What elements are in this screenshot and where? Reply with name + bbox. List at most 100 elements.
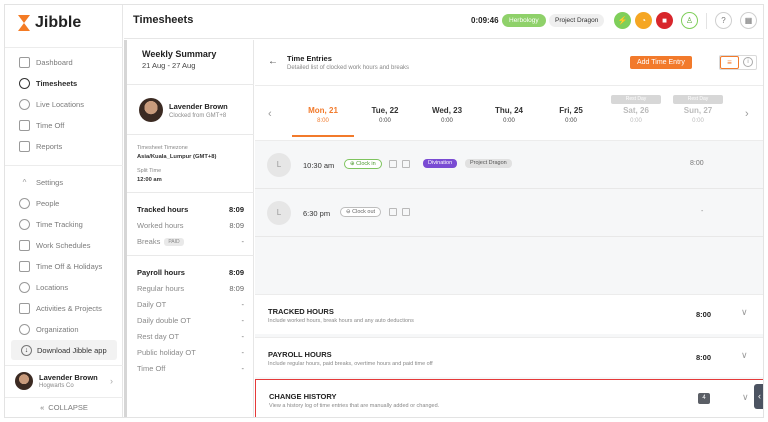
day-tab-sat[interactable]: Sat, 26 0:00 bbox=[605, 106, 667, 124]
help-icon[interactable]: ? bbox=[715, 12, 732, 29]
collapse-button[interactable]: « COLLAPSE bbox=[5, 397, 123, 417]
time-entries-subtitle: Detailed list of clocked work hours and … bbox=[287, 65, 410, 71]
row-value: 8:09 bbox=[229, 221, 244, 230]
sidebar-item-time-tracking[interactable]: Time Tracking bbox=[5, 214, 123, 235]
back-arrow-icon[interactable]: ← bbox=[268, 56, 278, 67]
day-tab-fri[interactable]: Fri, 25 0:00 bbox=[540, 106, 602, 124]
split-time-value: 12:00 am bbox=[137, 177, 162, 183]
day-tab-tue[interactable]: Tue, 22 0:00 bbox=[354, 106, 416, 124]
jibble-logo[interactable]: Jibble bbox=[17, 13, 81, 33]
section-title: PAYROLL HOURS bbox=[268, 350, 332, 359]
timezone-label: Timesheet Timezone bbox=[137, 145, 188, 151]
day-tab-wed[interactable]: Wed, 23 0:00 bbox=[416, 106, 478, 124]
tracked-hours-section[interactable]: TRACKED HOURS Include worked hours, brea… bbox=[255, 294, 763, 334]
rest-day-badge: Rest Day bbox=[673, 95, 723, 104]
chevron-right-icon[interactable]: › bbox=[745, 108, 749, 120]
breaks-row: Breaks PAID - bbox=[137, 237, 244, 246]
activity-pill[interactable]: Herbology bbox=[502, 14, 546, 27]
row-label: Public holiday OT bbox=[137, 348, 196, 357]
change-history-section[interactable]: CHANGE HISTORY View a history log of tim… bbox=[255, 379, 763, 417]
device-icon bbox=[389, 160, 397, 168]
panel-scrollbar[interactable] bbox=[124, 40, 127, 417]
profile-menu[interactable]: Lavender Brown Hogwarts Co › bbox=[5, 365, 123, 395]
section-subtitle: View a history log of time entries that … bbox=[269, 403, 440, 409]
day-name: Sat, 26 bbox=[623, 106, 649, 115]
day-tab-mon[interactable]: Mon, 21 8:00 bbox=[292, 106, 354, 124]
weekly-summary-title: Weekly Summary bbox=[142, 49, 217, 59]
user-add-icon[interactable]: ♙ bbox=[681, 12, 698, 29]
timer-icon[interactable]: ◔ bbox=[635, 12, 652, 29]
holiday-icon bbox=[19, 261, 30, 272]
hourglass-logo-icon bbox=[17, 15, 31, 31]
sidebar-item-time-off-holidays[interactable]: Time Off & Holidays bbox=[5, 256, 123, 277]
lightning-icon[interactable]: ⚡ bbox=[614, 12, 631, 29]
sidebar-item-activities-projects[interactable]: Activities & Projects bbox=[5, 298, 123, 319]
sidebar-item-label: Live Locations bbox=[36, 100, 84, 109]
timezone-value: Asia/Kuala_Lumpur (GMT+8) bbox=[137, 154, 217, 160]
divider bbox=[127, 134, 254, 135]
sidebar-item-reports[interactable]: Reports bbox=[5, 136, 123, 157]
time-entry-row[interactable]: L 6:30 pm ⊖ Clock out - bbox=[255, 189, 763, 237]
chevron-left-icon[interactable]: ‹ bbox=[268, 108, 272, 120]
map-icon bbox=[402, 208, 410, 216]
sidebar-item-label: People bbox=[36, 199, 60, 208]
day-name: Tue, 22 bbox=[371, 106, 399, 115]
side-panel-toggle-icon[interactable]: ‹ bbox=[754, 384, 763, 409]
active-day-indicator bbox=[292, 135, 354, 137]
dashboard-icon bbox=[19, 57, 30, 68]
divider bbox=[127, 84, 254, 85]
download-label: Download Jibble app bbox=[37, 345, 107, 355]
day-total: 0:00 bbox=[692, 118, 704, 124]
notifications-icon[interactable]: ▦ bbox=[740, 12, 757, 29]
sidebar-item-time-off[interactable]: Time Off bbox=[5, 115, 123, 136]
gear-icon bbox=[19, 324, 30, 335]
profile-name: Lavender Brown bbox=[39, 372, 98, 382]
section-value: 8:00 bbox=[696, 353, 712, 362]
sidebar-item-settings[interactable]: ^ Settings bbox=[5, 172, 123, 193]
sidebar-item-locations[interactable]: Locations bbox=[5, 277, 123, 298]
info-icon[interactable]: i bbox=[743, 57, 753, 67]
sidebar-item-live-locations[interactable]: Live Locations bbox=[5, 94, 123, 115]
day-name: Mon, 21 bbox=[308, 106, 338, 115]
row-label: Daily double OT bbox=[137, 316, 191, 325]
rest-day-ot-row: Rest day OT - bbox=[137, 332, 244, 341]
sidebar-item-label: Locations bbox=[36, 283, 69, 292]
sidebar-item-label: Work Schedules bbox=[36, 241, 91, 250]
day-tab-sun[interactable]: Sun, 27 0:00 bbox=[667, 106, 729, 124]
entry-avatar: L bbox=[267, 201, 291, 225]
list-view-icon[interactable]: ≡ bbox=[720, 56, 739, 69]
payroll-hours-section[interactable]: PAYROLL HOURS Include regular hours, pai… bbox=[255, 337, 763, 377]
clock-icon bbox=[19, 78, 30, 89]
profile-org: Hogwarts Co bbox=[39, 382, 74, 389]
brand-name: Jibble bbox=[35, 14, 82, 31]
entry-avatar: L bbox=[267, 153, 291, 177]
day-tab-thu[interactable]: Thu, 24 0:00 bbox=[478, 106, 540, 124]
row-value: - bbox=[241, 300, 245, 309]
clock-in-badge: ⊕ Clock in bbox=[344, 159, 382, 169]
split-time-label: Split Time bbox=[137, 168, 162, 174]
day-total: 0:00 bbox=[503, 118, 515, 124]
avatar bbox=[15, 371, 33, 390]
add-time-entry-button[interactable]: Add Time Entry bbox=[630, 56, 692, 69]
download-app-button[interactable]: ↓ Download Jibble app bbox=[11, 340, 117, 360]
chevron-up-icon: ^ bbox=[22, 178, 27, 187]
stop-icon[interactable]: ■ bbox=[656, 12, 673, 29]
sidebar-item-label: Settings bbox=[36, 178, 64, 187]
row-value: - bbox=[241, 316, 245, 325]
time-entry-row[interactable]: L 10:30 am ⊕ Clock in Divination Project… bbox=[255, 141, 763, 189]
row-value: - bbox=[241, 332, 245, 341]
sidebar-item-timesheets[interactable]: Timesheets bbox=[5, 73, 123, 94]
row-label: Worked hours bbox=[137, 221, 184, 230]
weekly-summary-panel: Weekly Summary 21 Aug - 27 Aug Lavender … bbox=[124, 40, 254, 417]
sidebar-item-work-schedules[interactable]: Work Schedules bbox=[5, 235, 123, 256]
chevron-down-icon[interactable]: ∨ bbox=[741, 350, 748, 361]
chevron-down-icon[interactable]: ∨ bbox=[741, 307, 748, 318]
day-total: 8:00 bbox=[317, 118, 329, 124]
sidebar-item-people[interactable]: People bbox=[5, 193, 123, 214]
divider bbox=[5, 47, 123, 48]
sidebar-item-dashboard[interactable]: Dashboard bbox=[5, 52, 123, 73]
project-pill[interactable]: Project Dragon bbox=[549, 14, 605, 27]
chevron-down-icon[interactable]: ∨ bbox=[742, 392, 749, 403]
paid-badge: PAID bbox=[164, 238, 184, 246]
sidebar-item-organization[interactable]: Organization bbox=[5, 319, 123, 340]
